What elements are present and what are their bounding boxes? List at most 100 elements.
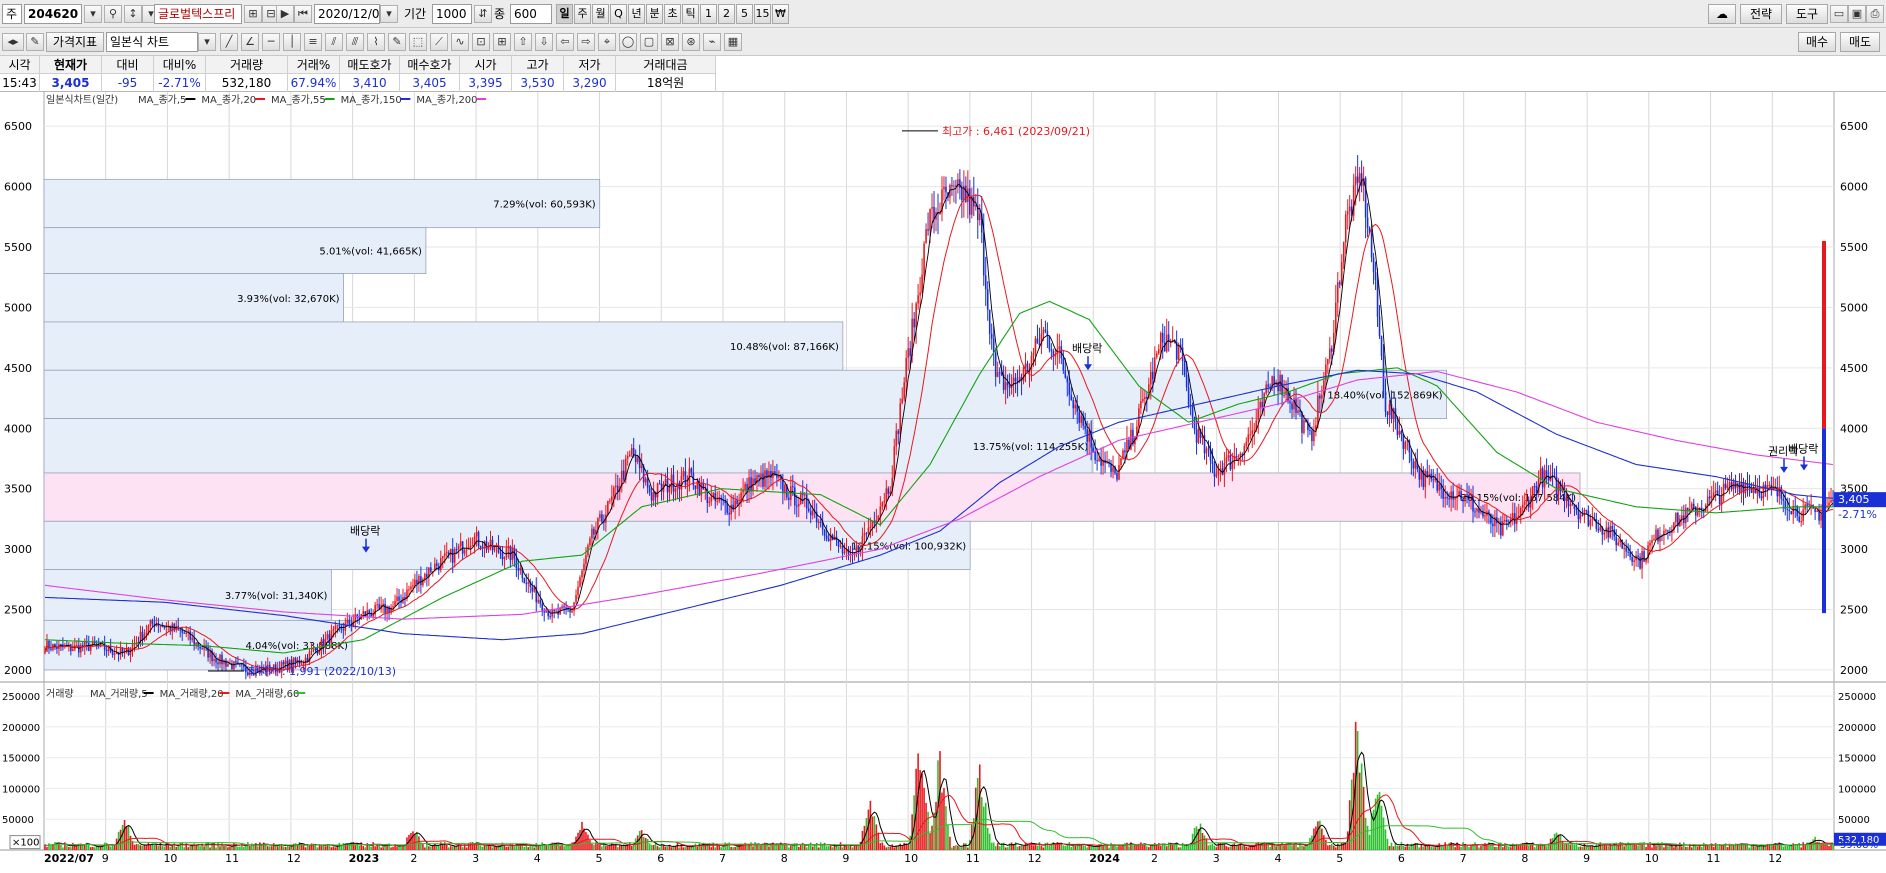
dropdown-arrow-icon[interactable]: ▾ [84,5,102,23]
count-input[interactable]: 600 [510,4,552,24]
volume-bar [1583,843,1586,850]
draw-tool-icon[interactable]: │ [283,33,301,51]
calendar-dropdown-icon[interactable]: ▾ [380,5,398,23]
quote-header: 매도호가 [340,56,400,74]
draw-tool-icon[interactable]: ≡ [304,33,322,51]
volume-bar [1382,817,1385,850]
draw-tool-icon[interactable]: ⊠ [661,33,679,51]
period-button[interactable]: 틱 [682,4,699,24]
draw-tool-icon[interactable]: ⇧ [514,33,532,51]
strategy-button[interactable]: 전략 [1740,4,1782,24]
stock-name-field[interactable]: 글로벌텍스프리 [154,4,242,24]
tools-button[interactable]: 도구 [1786,4,1828,24]
play-icon[interactable]: ▶ [276,5,294,23]
sell-button[interactable]: 매도 [1840,32,1880,52]
draw-tool-icon[interactable]: ∠ [241,33,259,51]
market-select[interactable]: 주 [2,4,22,24]
period-button[interactable]: 월 [592,4,609,24]
draw-tool-icon[interactable]: ╱ [220,33,238,51]
edit-icon[interactable]: ✎ [26,33,44,51]
candle-body [961,187,963,201]
link-icon[interactable]: ⊞ [244,5,262,23]
volume-bar [951,847,953,850]
candle-body [531,586,534,592]
draw-tool-icon[interactable]: ⊛ [682,33,700,51]
volume-bar [147,842,150,850]
volume-bar [461,847,464,850]
volume-bar [871,816,874,850]
candle-body [1800,521,1802,523]
volume-bar [694,843,697,850]
draw-tool-icon[interactable]: ⌁ [703,33,721,51]
draw-tool-icon[interactable]: ▢ [640,33,658,51]
dropdown-arrow-icon[interactable]: ▾ [198,33,216,51]
volume-bar [760,845,762,850]
current-price-label: 3,405 [1838,493,1870,506]
draw-tool-icon[interactable]: ∿ [451,33,469,51]
draw-tool-icon[interactable]: ⊡ [472,33,490,51]
volume-bar [157,845,160,850]
volume-bar [935,801,937,850]
draw-tool-icon[interactable]: ⟋ [430,33,448,51]
draw-tool-icon[interactable]: ◯ [619,33,637,51]
candle-body [841,545,844,554]
period-button[interactable]: 분 [646,4,663,24]
stock-code-input[interactable]: 204620 [24,4,82,24]
period-button[interactable]: 년 [628,4,645,24]
volume-bar [945,806,947,850]
period-button[interactable]: Q [610,4,627,24]
print-icon[interactable]: ⎙ [1866,5,1884,23]
volume-bar [107,845,110,850]
draw-tool-icon[interactable]: ▦ [724,33,742,51]
indicator-button[interactable]: 가격지표 [46,32,104,52]
draw-tool-icon[interactable]: ⌇ [367,33,385,51]
period-button[interactable]: 5 [736,4,753,24]
draw-tool-icon[interactable]: ⫽ [325,33,343,51]
volume-bar [1301,845,1303,850]
draw-tool-icon[interactable]: ⇦ [556,33,574,51]
candle-body [682,471,685,476]
buy-button[interactable]: 매수 [1798,32,1836,52]
scroll-icon[interactable]: ⇵ [474,5,492,23]
draw-tool-icon[interactable]: ⌖ [598,33,616,51]
draw-tool-icon[interactable]: ⬚ [409,33,427,51]
save-icon[interactable]: ▣ [1848,5,1866,23]
period-button[interactable]: 일 [556,4,573,24]
volume-bar [481,846,484,850]
candle-body [1205,448,1208,454]
stock-chart[interactable]: 2022/07 9 10 11 12 2023 2 3 4 5 6 7 8 9 10 11 12 2024 2 3 4 5… [0,92,1886,873]
candle-body [792,486,794,488]
period-input[interactable]: 1000 [432,4,472,24]
draw-tool-icon[interactable]: ⇨ [577,33,595,51]
draw-tool-icon[interactable]: ⫻ [346,33,364,51]
step-icon[interactable]: ⏮ [294,5,312,23]
period-button[interactable]: 1 [700,4,717,24]
cloud-icon[interactable]: ☁ [1708,4,1736,24]
period-button[interactable]: 2 [718,4,735,24]
search-icon[interactable]: ⚲ [104,5,122,23]
candle-body [807,508,810,512]
candle-body [1444,497,1446,499]
period-button[interactable]: 15 [754,4,771,24]
volume-profile-label: 3.77%(vol: 31,340K) [225,591,328,602]
candle-body [245,667,247,673]
period-button[interactable]: 초 [664,4,681,24]
draw-tool-icon[interactable]: ⊞ [493,33,511,51]
expand-icon[interactable]: ◂▸ [2,33,24,51]
period-button[interactable]: ₩ [772,4,789,24]
draw-tool-icon[interactable]: ✎ [388,33,406,51]
volume-bar [1585,846,1588,850]
draw-tool-icon[interactable]: ⇩ [535,33,553,51]
draw-tool-icon[interactable]: ─ [262,33,280,51]
folder-icon[interactable]: ▭ [1830,5,1848,23]
candle-body [493,546,496,551]
period-button[interactable]: 주 [574,4,591,24]
volume-bar [539,846,542,850]
chart-type-select[interactable]: 일본식 차트 [106,32,198,52]
sort-icon[interactable]: ↕ [124,5,142,23]
volume-bar [177,846,180,850]
date-input[interactable]: 2020/12/07 [314,4,380,24]
candle-body [680,475,683,490]
volume-bar [1404,846,1407,850]
candle-body [674,488,677,492]
